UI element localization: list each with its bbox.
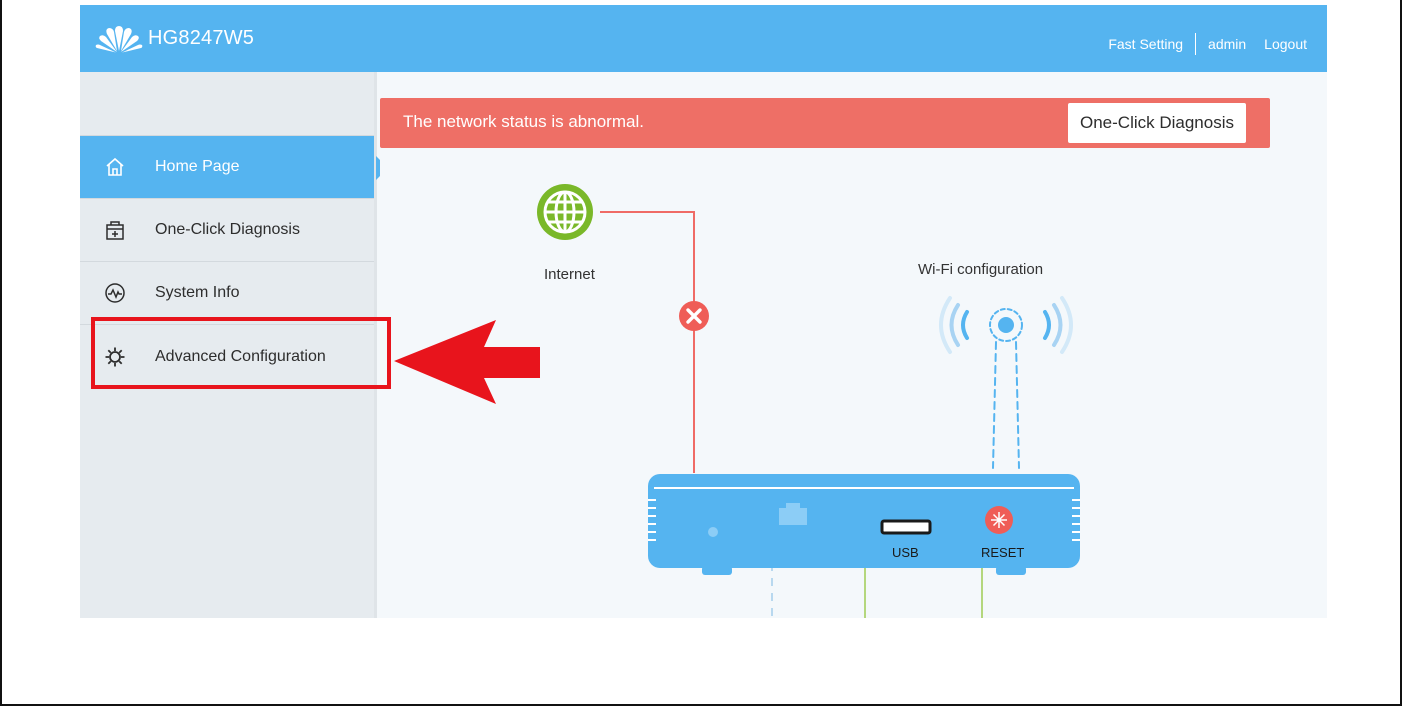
brand: HG8247W5: [94, 23, 254, 53]
sidebar-item-one-click-diagnosis[interactable]: One-Click Diagnosis: [80, 199, 374, 262]
internet-label: Internet: [544, 266, 595, 283]
wifi-signal-icon[interactable]: [939, 296, 1073, 469]
router-web-ui: HG8247W5 Fast Setting admin Logout Home …: [80, 5, 1327, 618]
internet-globe-icon[interactable]: [537, 184, 593, 240]
admin-user-link[interactable]: admin: [1208, 36, 1246, 52]
sidebar-item-home-page[interactable]: Home Page: [80, 136, 388, 199]
huawei-logo-icon: [95, 26, 143, 53]
top-bar: HG8247W5 Fast Setting admin Logout: [80, 5, 1327, 72]
top-links: Fast Setting admin Logout: [1108, 33, 1307, 55]
device-model: HG8247W5: [148, 26, 255, 49]
home-icon: [106, 157, 124, 176]
sidebar-header-spacer: [80, 72, 374, 136]
wifi-configuration-label[interactable]: Wi-Fi configuration: [918, 261, 1043, 278]
pulse-icon: [105, 283, 125, 303]
reset-button-label: RESET: [981, 545, 1025, 560]
link-divider: [1195, 33, 1197, 55]
sidebar-item-system-info[interactable]: System Info: [80, 262, 374, 325]
pointer-arrow-icon: [394, 320, 540, 404]
internet-link-line: [600, 211, 695, 473]
network-status-alert: The network status is abnormal. One-Clic…: [380, 98, 1270, 148]
sidebar-item-label: One-Click Diagnosis: [155, 221, 300, 238]
alert-message: The network status is abnormal.: [403, 112, 644, 131]
logout-link[interactable]: Logout: [1264, 36, 1307, 52]
medical-kit-icon: [106, 221, 124, 240]
one-click-diagnosis-button[interactable]: One-Click Diagnosis: [1068, 103, 1246, 143]
fast-setting-link[interactable]: Fast Setting: [1108, 36, 1183, 52]
advanced-configuration-highlight: [91, 317, 391, 389]
connection-error-icon: [679, 301, 709, 331]
usb-port-label: USB: [892, 545, 919, 560]
sidebar-item-label: Home Page: [155, 158, 240, 175]
sidebar-item-label: System Info: [155, 284, 240, 301]
